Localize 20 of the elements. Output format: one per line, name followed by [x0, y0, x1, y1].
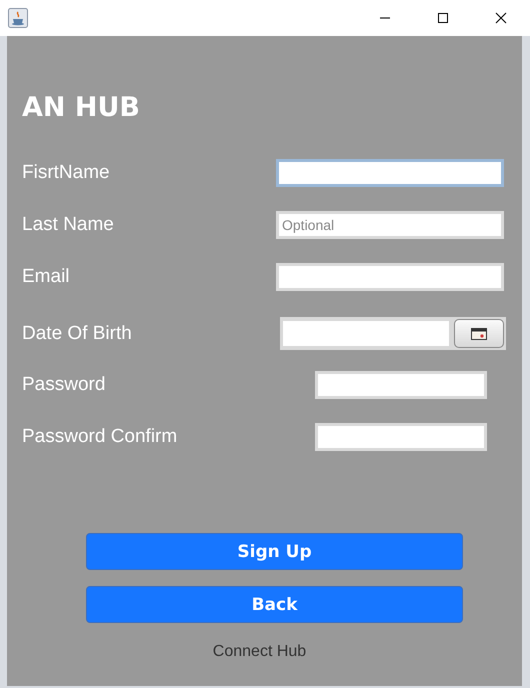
maximize-icon: [437, 12, 449, 24]
app-title: AN HUB: [22, 92, 141, 125]
app-icon: [8, 8, 28, 28]
field-label: Email: [22, 266, 70, 288]
field-label: FisrtName: [22, 162, 110, 184]
password-field[interactable]: [315, 422, 487, 450]
calendar-icon: [471, 328, 487, 340]
field-label: Date Of Birth: [22, 322, 132, 344]
field-label: Password: [22, 374, 106, 396]
action-button[interactable]: Sign Up: [86, 533, 463, 570]
input-field[interactable]: Optional: [276, 210, 504, 238]
input-field[interactable]: [276, 262, 504, 290]
field-label: Last Name: [22, 214, 114, 236]
close-icon: [495, 12, 507, 24]
action-button[interactable]: Back: [86, 586, 463, 623]
footer-text: Connect Hub: [212, 643, 306, 661]
password-field[interactable]: [315, 370, 487, 398]
calendar-button[interactable]: [454, 319, 504, 348]
input-field[interactable]: [276, 158, 504, 186]
field-label: Password Confirm: [22, 426, 178, 448]
